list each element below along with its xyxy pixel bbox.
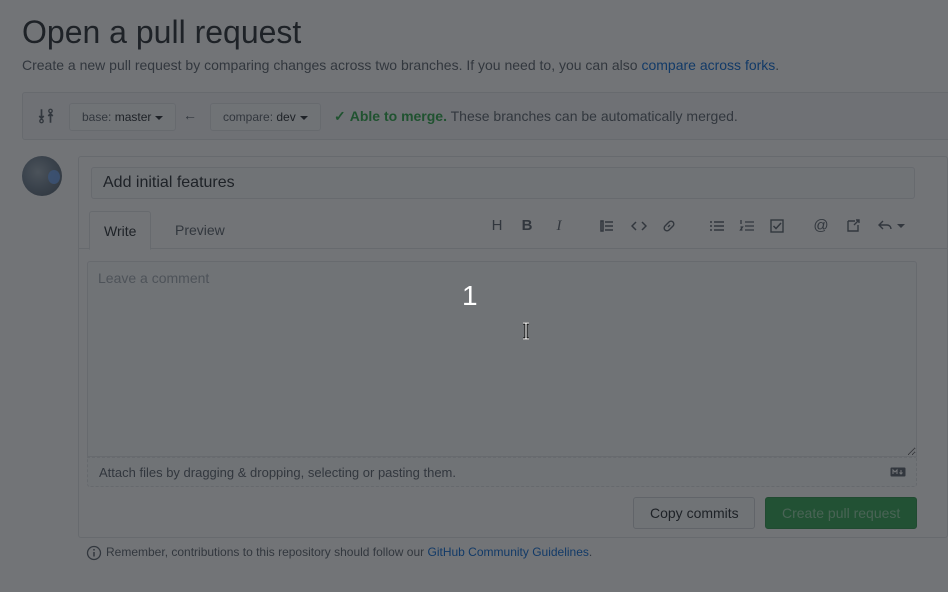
quote-icon[interactable] <box>597 216 617 236</box>
pull-request-form: Write Preview H B I @ <box>78 156 948 538</box>
base-label: base: <box>82 110 112 124</box>
cross-reference-icon[interactable] <box>843 216 863 236</box>
check-icon: ✓ <box>334 108 346 124</box>
mention-icon[interactable]: @ <box>811 216 831 236</box>
info-icon <box>86 545 102 561</box>
merge-ok-label: Able to merge. <box>349 108 447 124</box>
create-pull-request-button[interactable]: Create pull request <box>765 497 917 529</box>
chevron-down-icon <box>897 224 905 229</box>
tab-preview[interactable]: Preview <box>161 211 239 250</box>
arrow-left-icon: ← <box>183 107 197 123</box>
merge-status: ✓ Able to merge. These branches can be au… <box>334 108 738 125</box>
comment-textarea[interactable] <box>87 261 917 457</box>
merge-message: These branches can be automatically merg… <box>446 108 738 124</box>
copy-commits-button[interactable]: Copy commits <box>633 497 755 529</box>
task-list-icon[interactable] <box>767 216 787 236</box>
tab-write[interactable]: Write <box>89 211 152 250</box>
page-title: Open a pull request <box>22 14 302 50</box>
community-guidelines-link[interactable]: GitHub Community Guidelines <box>428 545 589 559</box>
compare-branch-select[interactable]: compare: dev <box>210 103 321 131</box>
base-branch-select[interactable]: base: master <box>69 103 177 131</box>
chevron-down-icon <box>299 115 308 120</box>
compare-branch-name: dev <box>276 110 296 124</box>
step-number: 1 <box>462 280 478 311</box>
bold-icon[interactable]: B <box>517 216 537 236</box>
page-subtitle: Create a new pull request by comparing c… <box>22 57 779 73</box>
chevron-down-icon <box>155 115 164 120</box>
base-branch-name: master <box>114 110 152 124</box>
heading-icon[interactable]: H <box>487 216 507 236</box>
file-attach-bar[interactable]: Attach files by dragging & dropping, sel… <box>87 457 917 487</box>
git-compare-icon <box>38 108 54 124</box>
range-editor: base: master ← compare: dev ✓ Able to mer… <box>22 92 948 140</box>
unordered-list-icon[interactable] <box>707 216 727 236</box>
community-guidelines-notice: Remember, contributions to this reposito… <box>86 545 592 561</box>
attach-files-text: Attach files by dragging & dropping, sel… <box>99 465 456 480</box>
markdown-icon[interactable] <box>890 467 906 477</box>
compare-across-forks-link[interactable]: compare across forks <box>641 57 775 73</box>
compare-label: compare: <box>223 110 274 124</box>
avatar[interactable] <box>22 156 62 196</box>
italic-icon[interactable]: I <box>549 216 569 236</box>
pr-title-input[interactable] <box>91 167 915 199</box>
reply-icon[interactable] <box>875 216 907 236</box>
subtitle-end: . <box>775 57 780 73</box>
guidelines-text: Remember, contributions to this reposito… <box>106 545 428 560</box>
ordered-list-icon[interactable] <box>737 216 757 236</box>
pull-request-page: Open a pull request Create a new pull re… <box>0 0 948 592</box>
guidelines-end: . <box>588 545 593 560</box>
code-icon[interactable] <box>629 216 649 236</box>
link-icon[interactable] <box>659 216 679 236</box>
subtitle-text: Create a new pull request by comparing c… <box>22 57 642 73</box>
text-cursor-icon <box>523 322 529 340</box>
